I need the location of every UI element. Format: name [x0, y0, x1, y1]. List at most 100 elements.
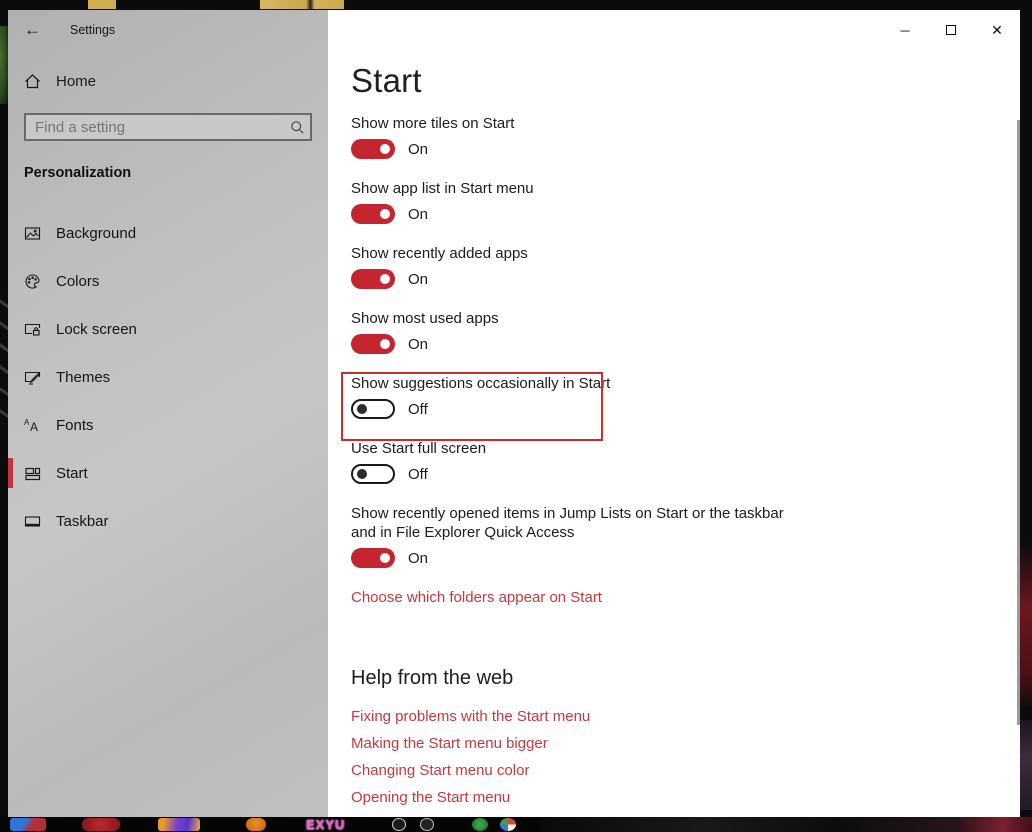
sidebar-item-lock-screen[interactable]: Lock screen [8, 305, 328, 353]
desktop-fragment [0, 290, 8, 420]
taskbar-app-icon[interactable] [158, 818, 200, 831]
taskbar-app-icon[interactable] [82, 818, 120, 831]
help-links: Fixing problems with the Start menu Maki… [351, 707, 1020, 807]
selected-accent-bar [8, 458, 13, 488]
setting-jump-lists: Show recently opened items in Jump Lists… [351, 504, 1020, 568]
toggle-show-more-tiles[interactable] [351, 139, 395, 159]
sidebar-item-label: Colors [56, 273, 99, 290]
desktop-fragment [1020, 540, 1032, 710]
taskbar-app-icon[interactable] [420, 818, 434, 831]
fonts-icon: A A [24, 417, 41, 434]
sidebar-item-taskbar[interactable]: Taskbar [8, 497, 328, 545]
sidebar-item-home[interactable]: Home [8, 61, 328, 101]
toggle-state-text: On [408, 550, 428, 567]
sidebar-item-start[interactable]: Start [8, 449, 328, 497]
sidebar-item-themes[interactable]: Themes [8, 353, 328, 401]
sidebar-item-label: Background [56, 225, 136, 242]
toggle-recently-added[interactable] [351, 269, 395, 289]
settings-window: ← Settings Home Personalization [8, 10, 1020, 817]
toggle-state-text: On [408, 141, 428, 158]
setting-label: Show recently opened items in Jump Lists… [351, 504, 811, 542]
toggle-most-used[interactable] [351, 334, 395, 354]
titlebar-left: ← Settings [8, 10, 328, 50]
help-link-opening-menu[interactable]: Opening the Start menu [351, 788, 1020, 807]
taskbar-app-icon[interactable] [472, 818, 488, 831]
taskbar-app-icon[interactable] [392, 818, 406, 831]
maximize-button[interactable] [928, 15, 974, 45]
window-controls: ─ ✕ [882, 15, 1020, 45]
toggle-jump-lists[interactable] [351, 548, 395, 568]
setting-label: Show suggestions occasionally in Start [351, 374, 811, 393]
section-header-personalization: Personalization [24, 165, 131, 181]
setting-label: Show most used apps [351, 309, 811, 328]
toggle-knob [357, 469, 367, 479]
toggle-knob [357, 404, 367, 414]
sidebar-item-label: Lock screen [56, 321, 137, 338]
toggle-state-text: Off [408, 401, 428, 418]
setting-label: Use Start full screen [351, 439, 811, 458]
taskbar-app-icon[interactable] [246, 818, 266, 831]
help-link-menu-color[interactable]: Changing Start menu color [351, 761, 1020, 780]
setting-most-used: Show most used apps On [351, 309, 1020, 354]
help-link-menu-bigger[interactable]: Making the Start menu bigger [351, 734, 1020, 753]
sidebar-item-label: Start [56, 465, 88, 482]
toggle-knob [380, 339, 390, 349]
search-box [24, 113, 312, 141]
toggle-state-text: On [408, 271, 428, 288]
help-link-fixing-problems[interactable]: Fixing problems with the Start menu [351, 707, 1020, 726]
themes-icon [24, 369, 41, 386]
app-title: Settings [70, 23, 115, 37]
toggle-knob [380, 274, 390, 284]
setting-suggestions: Show suggestions occasionally in Start O… [351, 374, 1020, 419]
toggle-full-screen[interactable] [351, 464, 395, 484]
toggle-suggestions[interactable] [351, 399, 395, 419]
toggle-state-text: On [408, 336, 428, 353]
sidebar-item-fonts[interactable]: A A Fonts [8, 401, 328, 449]
desktop-taskbar: EXYU [0, 817, 1032, 832]
toggle-state-text: On [408, 206, 428, 223]
main-panel: ─ ✕ Start Show more tiles on Start On Sh… [328, 10, 1020, 817]
taskbar-app-icon[interactable] [10, 818, 46, 831]
desktop-fragment [88, 0, 116, 9]
sidebar-item-background[interactable]: Background [8, 209, 328, 257]
choose-folders-link[interactable]: Choose which folders appear on Start [351, 588, 1020, 607]
toggle-state-text: Off [408, 466, 428, 483]
setting-show-more-tiles: Show more tiles on Start On [351, 114, 1020, 159]
sidebar-nav: Background Colors [8, 209, 328, 545]
picture-icon [24, 225, 41, 242]
start-tiles-icon [24, 465, 41, 482]
desktop-fragment [260, 0, 344, 9]
sidebar-item-colors[interactable]: Colors [8, 257, 328, 305]
sidebar-item-label: Home [56, 73, 96, 90]
sidebar-item-label: Taskbar [56, 513, 109, 530]
back-button[interactable]: ← [24, 20, 54, 40]
toggle-knob [380, 209, 390, 219]
desktop-fragment [0, 26, 8, 104]
taskbar-app-label[interactable]: EXYU [306, 817, 345, 832]
toggle-knob [380, 553, 390, 563]
taskbar-red-area [960, 817, 1032, 832]
home-icon [24, 73, 41, 90]
svg-text:A: A [30, 420, 38, 434]
palette-icon [24, 273, 41, 290]
taskbar-dark-area [540, 817, 960, 832]
desktop-fragment [1020, 720, 1032, 810]
toggle-knob [380, 144, 390, 154]
minimize-button[interactable]: ─ [882, 15, 928, 45]
taskbar-app-icon[interactable] [500, 818, 516, 831]
lock-screen-icon [24, 321, 41, 338]
toggle-show-app-list[interactable] [351, 204, 395, 224]
search-icon[interactable] [284, 120, 310, 135]
setting-label: Show recently added apps [351, 244, 811, 263]
setting-show-app-list: Show app list in Start menu On [351, 179, 1020, 224]
search-input[interactable] [26, 119, 284, 136]
vertical-scrollbar[interactable] [1017, 120, 1020, 725]
help-section-title: Help from the web [351, 665, 1020, 691]
maximize-icon [946, 25, 956, 35]
setting-label: Show app list in Start menu [351, 179, 811, 198]
page-content: Start Show more tiles on Start On Show a… [328, 10, 1020, 807]
taskbar-icon [24, 513, 41, 530]
setting-label: Show more tiles on Start [351, 114, 811, 133]
sidebar-item-label: Themes [56, 369, 110, 386]
close-button[interactable]: ✕ [974, 15, 1020, 45]
